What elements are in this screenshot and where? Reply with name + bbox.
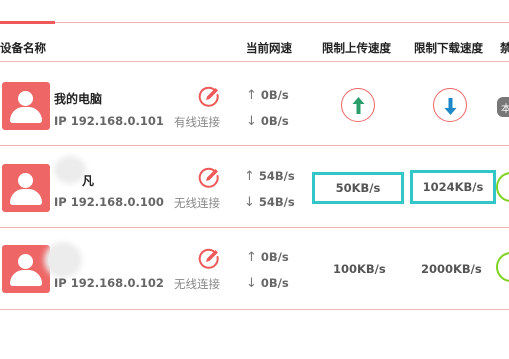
device-avatar [2, 245, 50, 293]
device-name: 凡 [82, 174, 95, 188]
avatar-body-shape [10, 270, 42, 286]
column-header-limit-upload: 限制上传速度 [322, 41, 391, 55]
device-ip: IP 192.168.0.100 [54, 195, 164, 209]
download-arrow-icon [444, 98, 457, 115]
column-header-current-speed: 当前网速 [246, 41, 292, 55]
download-speed-value: 0B/s [260, 114, 289, 128]
tab-underline [0, 22, 509, 23]
down-arrow-icon: ↓ [246, 276, 257, 291]
upload-speed-value: 54B/s [258, 169, 295, 183]
avatar-head-shape [18, 254, 33, 269]
down-arrow-icon: ↓ [244, 195, 255, 210]
upload-speed: ↑ 0B/s [246, 88, 289, 103]
edit-name-icon[interactable] [198, 86, 220, 108]
upload-speed-value: 0B/s [260, 88, 289, 102]
header-divider [0, 61, 509, 62]
upload-arrow-icon [352, 97, 365, 114]
upload-speed: ↑ 54B/s [244, 169, 295, 184]
download-speed: ↓ 0B/s [246, 114, 289, 129]
down-arrow-icon: ↓ [246, 114, 257, 129]
active-tab-indicator [0, 21, 55, 24]
device-avatar [2, 164, 50, 212]
allow-toggle-icon[interactable] [496, 252, 509, 282]
column-header-limit-download: 限制下载速度 [414, 41, 483, 55]
connection-type: 无线连接 [174, 277, 220, 291]
avatar-head-shape [18, 173, 33, 188]
column-header-device-name: 设备名称 [0, 41, 46, 55]
up-arrow-icon: ↑ [246, 250, 257, 265]
allow-toggle-icon[interactable] [496, 172, 509, 202]
row-divider [0, 309, 509, 310]
download-limit-field[interactable]: 1024KB/s [410, 170, 496, 204]
edit-name-icon[interactable] [198, 248, 220, 270]
set-upload-limit-button[interactable] [341, 88, 375, 122]
upload-speed: ↑ 0B/s [246, 250, 289, 265]
up-arrow-icon: ↑ [246, 88, 257, 103]
row-divider [0, 227, 509, 228]
blurred-name-mask [48, 246, 78, 274]
device-avatar [2, 82, 50, 130]
edit-name-icon[interactable] [198, 167, 220, 189]
download-limit-value[interactable]: 2000KB/s [421, 262, 482, 276]
upload-limit-value[interactable]: 100KB/s [333, 262, 386, 276]
local-device-badge: 本 [497, 97, 509, 117]
up-arrow-icon: ↑ [244, 169, 255, 184]
upload-speed-value: 0B/s [260, 250, 289, 264]
connection-type: 无线连接 [174, 196, 220, 210]
download-speed-value: 54B/s [258, 195, 295, 209]
set-download-limit-button[interactable] [433, 88, 467, 122]
connection-type: 有线连接 [174, 115, 220, 129]
upload-limit-field[interactable]: 50KB/s [312, 172, 404, 204]
blurred-name-mask [58, 160, 82, 180]
device-name: 我的电脑 [54, 92, 103, 106]
column-header-block: 禁 [500, 41, 509, 55]
device-ip: IP 192.168.0.102 [54, 276, 164, 290]
download-speed-value: 0B/s [260, 276, 289, 290]
device-ip: IP 192.168.0.101 [54, 114, 164, 128]
avatar-head-shape [18, 91, 33, 106]
row-divider [0, 145, 509, 146]
avatar-body-shape [10, 107, 42, 123]
download-speed: ↓ 0B/s [246, 276, 289, 291]
avatar-body-shape [10, 189, 42, 205]
download-speed: ↓ 54B/s [244, 195, 295, 210]
